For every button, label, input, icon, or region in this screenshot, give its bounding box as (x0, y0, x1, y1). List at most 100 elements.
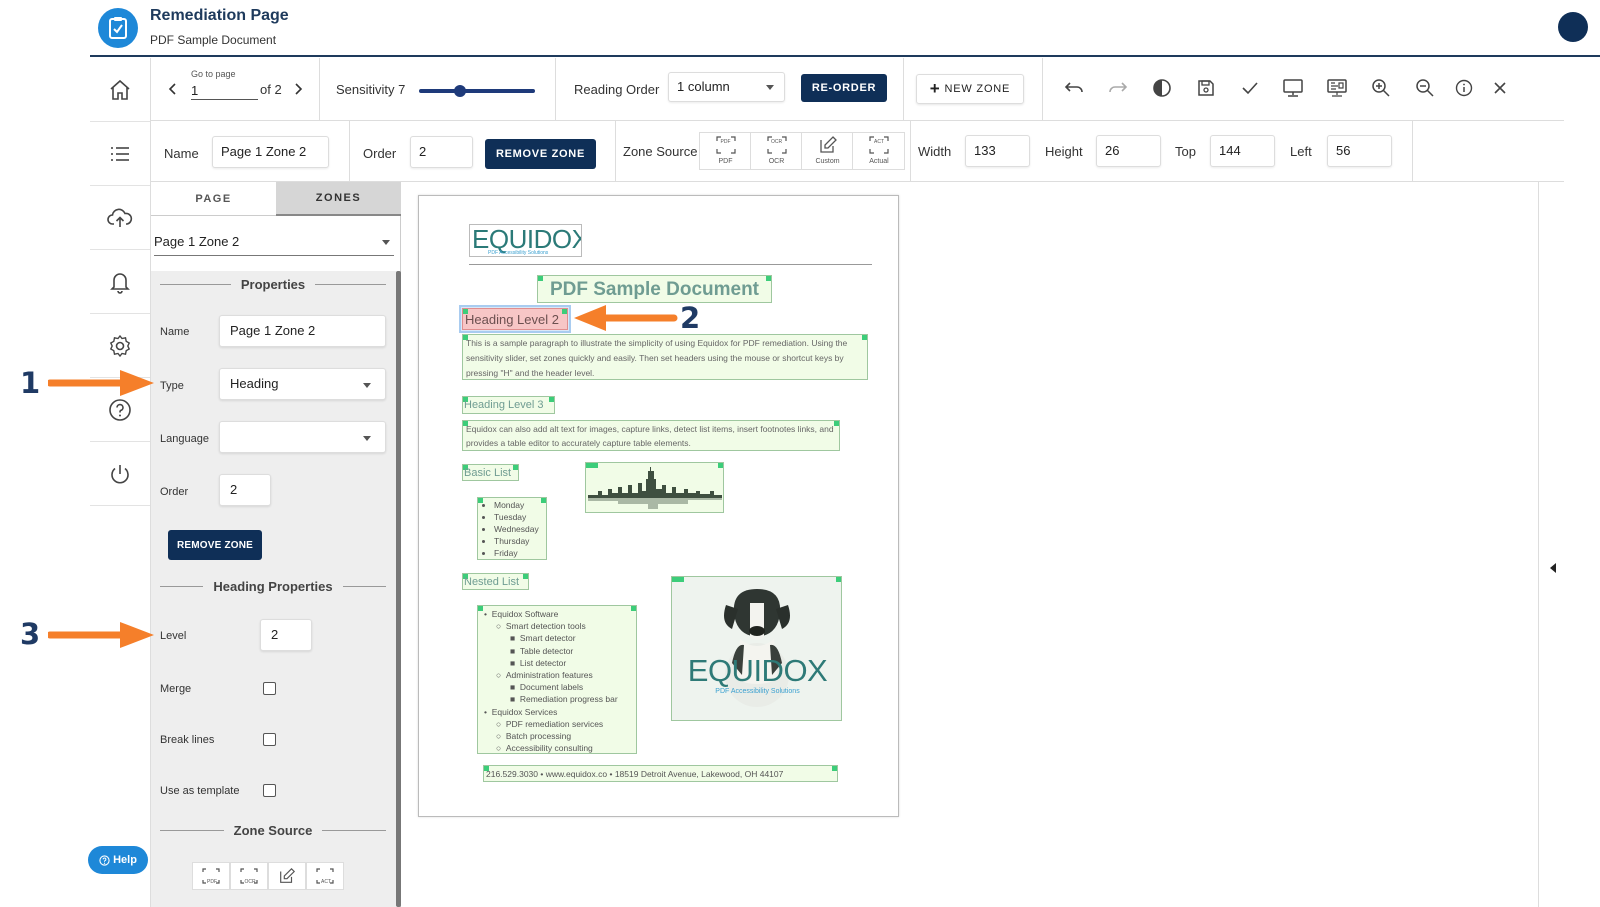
break-lines-checkbox[interactable] (263, 733, 276, 746)
user-avatar[interactable] (1558, 12, 1588, 42)
zone-nested-list-heading[interactable]: Nested List (462, 573, 529, 590)
zone-days-list[interactable]: Monday Tuesday Wednesday Thursday Friday (477, 497, 547, 560)
sensitivity-slider[interactable] (419, 89, 535, 93)
sidebar-item-upload[interactable] (90, 186, 150, 250)
help-button[interactable]: Help (88, 846, 148, 874)
info-icon[interactable] (1450, 74, 1478, 102)
zone-paragraph-2[interactable]: Equidox can also add alt text for images… (462, 420, 840, 451)
close-icon[interactable] (1486, 74, 1514, 102)
remove-zone-button[interactable]: REMOVE ZONE (485, 139, 596, 169)
sidebar-item-list[interactable] (90, 122, 150, 186)
list-item: Tuesday (494, 511, 544, 523)
prop-type-label: Type (160, 380, 184, 392)
source-ocr-button[interactable]: OCR OCR (751, 133, 802, 169)
list-item: Friday (494, 547, 544, 559)
zone-heading-level-2[interactable]: Heading Level 2 (462, 308, 568, 330)
sidebar-item-home[interactable] (90, 58, 150, 122)
zone-order-label: Order (363, 146, 397, 161)
paragraph-1-text: This is a sample paragraph to illustrate… (466, 338, 848, 378)
zone-dog-image[interactable]: EQUIDOX PDF Accessibility Solutions (671, 576, 842, 721)
prop-name-input[interactable]: Page 1 Zone 2 (219, 315, 386, 347)
panel-source-actual-button[interactable]: ACT (306, 862, 344, 890)
monitor-icon[interactable] (1279, 74, 1307, 102)
sidebar-item-logout[interactable] (90, 442, 150, 506)
top-input[interactable]: 144 (1210, 135, 1275, 167)
sensitivity-slider-thumb[interactable] (454, 85, 466, 97)
check-icon[interactable] (1236, 74, 1264, 102)
zone-footer[interactable]: 216.529.3030 • www.equidox.co • 18519 De… (483, 765, 838, 782)
panel-remove-zone-button[interactable]: REMOVE ZONE (168, 530, 262, 560)
zone-select[interactable]: Page 1 Zone 2 (154, 226, 394, 256)
prev-page-icon[interactable] (159, 75, 187, 103)
zone-order-input[interactable]: 2 (410, 136, 473, 168)
chevron-down-icon (363, 436, 371, 441)
tab-zones[interactable]: ZONES (276, 182, 401, 216)
chevron-left-icon[interactable] (1550, 563, 1556, 573)
home-icon (108, 78, 132, 102)
zone-skyline-image[interactable] (585, 462, 724, 513)
source-pdf-tag: PDF (720, 139, 731, 145)
top-label: Top (1175, 144, 1196, 159)
tab-page[interactable]: PAGE (151, 182, 276, 216)
prop-language-select[interactable] (219, 421, 386, 453)
sidebar-item-notifications[interactable] (90, 250, 150, 314)
help-circle-icon (108, 398, 132, 422)
zoom-in-icon[interactable] (1367, 74, 1395, 102)
page-number-input[interactable]: 1 (191, 82, 258, 100)
reading-order-select[interactable]: 1 column (668, 72, 785, 102)
redo-icon[interactable] (1104, 74, 1132, 102)
left-input[interactable]: 56 (1327, 135, 1392, 167)
source-actual-button[interactable]: ACT Actual (853, 133, 905, 169)
height-input[interactable]: 26 (1096, 135, 1161, 167)
source-ocr-tag: OCR (770, 139, 783, 145)
annotation-number-1: 1 (20, 366, 41, 400)
pdf-page-canvas[interactable]: EQUIDOX PDF Accessibility Solutions PDF … (418, 195, 899, 817)
preview-monitor-icon[interactable] (1323, 74, 1351, 102)
zone-paragraph-1[interactable]: This is a sample paragraph to illustrate… (462, 334, 868, 380)
contrast-icon[interactable] (1148, 74, 1176, 102)
zone-basic-list-heading[interactable]: Basic List (462, 464, 519, 481)
undo-icon[interactable] (1060, 74, 1088, 102)
source-custom-button[interactable]: Custom (802, 133, 853, 169)
width-input[interactable]: 133 (965, 135, 1030, 167)
prop-language-label: Language (160, 433, 209, 445)
prop-order-input[interactable]: 2 (219, 474, 271, 506)
panel-source-pdf-button[interactable]: PDF (192, 862, 230, 890)
prop-use-template-label: Use as template (160, 785, 240, 797)
prop-type-select[interactable]: Heading (219, 368, 386, 400)
new-zone-button[interactable]: + NEW ZONE (916, 74, 1024, 104)
zone-title[interactable]: PDF Sample Document (537, 275, 772, 303)
zone-source-header: Zone Source (160, 822, 386, 838)
panel-scrollbar[interactable] (396, 271, 401, 907)
power-icon (108, 462, 132, 486)
next-page-icon[interactable] (284, 75, 312, 103)
list-item: • Equidox Services (484, 706, 558, 717)
equidox-logo-text: EQUIDOX (472, 224, 582, 254)
go-to-page-label: Go to page (191, 69, 236, 79)
list-item: ■ Table detector (510, 645, 574, 656)
zone-name-label: Name (164, 146, 199, 161)
zone-nested-list[interactable]: • Equidox Software ○ Smart detection too… (477, 605, 637, 754)
zone-name-input[interactable]: Page 1 Zone 2 (212, 136, 329, 168)
merge-checkbox[interactable] (263, 682, 276, 695)
edit-icon (280, 867, 296, 883)
chevron-down-icon (382, 240, 390, 245)
width-label: Width (918, 144, 952, 159)
source-pdf-label: PDF (718, 158, 733, 165)
zone-logo[interactable]: EQUIDOX PDF Accessibility Solutions (469, 224, 582, 257)
gear-icon (108, 334, 132, 358)
document-subtitle: PDF Sample Document (150, 33, 277, 47)
use-template-checkbox[interactable] (263, 784, 276, 797)
reorder-button[interactable]: RE-ORDER (801, 74, 887, 102)
zoom-out-icon[interactable] (1411, 74, 1439, 102)
source-pdf-button[interactable]: PDF PDF (700, 133, 751, 169)
annotation-number-2: 2 (680, 301, 701, 335)
panel-source-ocr-button[interactable]: OCR (230, 862, 268, 890)
panel-source-custom-button[interactable] (268, 862, 306, 890)
zone-heading-level-3[interactable]: Heading Level 3 (462, 396, 555, 414)
prop-level-input[interactable]: 2 (260, 619, 312, 651)
right-panel-toggle[interactable] (1538, 182, 1568, 907)
save-icon[interactable] (1192, 74, 1220, 102)
days-list: Monday Tuesday Wednesday Thursday Friday (492, 499, 544, 559)
footer-text: 216.529.3030 • www.equidox.co • 18519 De… (486, 769, 784, 779)
